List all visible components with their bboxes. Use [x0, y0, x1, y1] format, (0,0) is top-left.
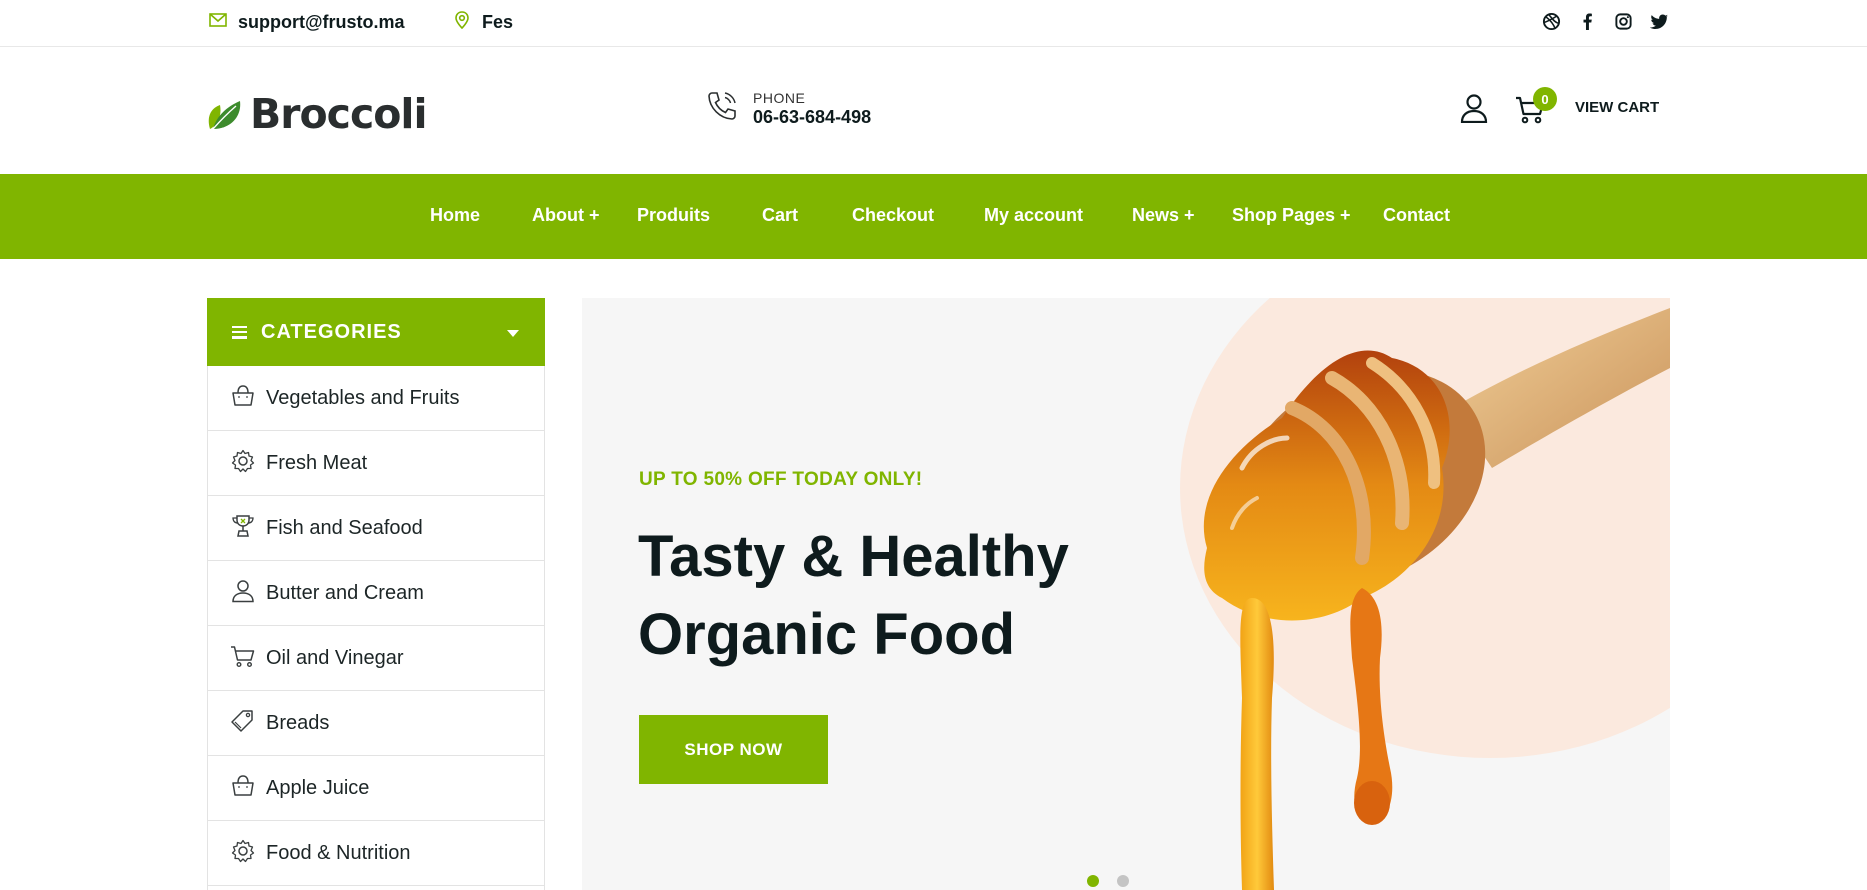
- cart-icon: [1514, 96, 1546, 129]
- categories-list: Vegetables and Fruits Fresh Meat Fish an…: [207, 366, 545, 890]
- hero-banner: UP TO 50% OFF TODAY ONLY! Tasty & Health…: [582, 298, 1670, 890]
- category-item[interactable]: Apple Juice: [208, 756, 544, 821]
- logo-text: Broccoli: [250, 89, 428, 138]
- location-text: Fes: [482, 12, 514, 32]
- category-label: Oil and Vinegar: [266, 646, 404, 669]
- user-icon: [1459, 94, 1489, 127]
- phone-label: PHONE: [753, 89, 806, 106]
- email-contact[interactable]: support@frusto.ma: [208, 10, 405, 35]
- logo[interactable]: Broccoli: [206, 89, 428, 138]
- facebook-icon[interactable]: [1577, 11, 1597, 31]
- social-links: [1541, 11, 1669, 31]
- banner-headline: Tasty & Healthy Organic Food: [638, 524, 1069, 667]
- top-bar: support@frusto.ma Fes: [0, 0, 1867, 47]
- category-label: Vegetables and Fruits: [266, 386, 460, 409]
- cart-count-badge: 0: [1533, 87, 1557, 111]
- trophy-icon: [230, 514, 256, 543]
- honey-dipper-image: [1122, 298, 1670, 890]
- category-item[interactable]: Fresh Meat: [208, 431, 544, 496]
- basket-icon: [230, 774, 256, 803]
- nav-my-account[interactable]: My account: [984, 205, 1083, 226]
- category-item[interactable]: Butter and Cream: [208, 561, 544, 626]
- nav-checkout[interactable]: Checkout: [852, 205, 934, 226]
- slider-dots: [1087, 875, 1129, 887]
- tag-icon: [230, 709, 256, 738]
- nav-produits[interactable]: Produits: [637, 205, 710, 226]
- nav-news[interactable]: News +: [1132, 205, 1195, 226]
- mail-icon: [208, 10, 228, 35]
- email-text: support@frusto.ma: [238, 12, 405, 32]
- caret-down-icon: [507, 330, 519, 337]
- shop-now-button[interactable]: SHOP NOW: [639, 715, 828, 784]
- categories-toggle[interactable]: CATEGORIES: [207, 298, 545, 366]
- category-label: Fish and Seafood: [266, 516, 423, 539]
- slider-dot[interactable]: [1117, 875, 1129, 887]
- category-label: Apple Juice: [266, 776, 370, 799]
- location-contact[interactable]: Fes: [452, 10, 513, 35]
- basket-icon: [230, 384, 256, 413]
- slider-dot[interactable]: [1087, 875, 1099, 887]
- gear-icon: [230, 839, 256, 868]
- nav-shop-pages[interactable]: Shop Pages +: [1232, 205, 1351, 226]
- nav-cart[interactable]: Cart: [762, 205, 798, 226]
- twitter-icon[interactable]: [1649, 11, 1669, 31]
- dribbble-icon[interactable]: [1541, 11, 1561, 31]
- view-cart-link[interactable]: VIEW CART: [1575, 99, 1659, 116]
- site-header: Broccoli PHONE 06-63-684-498 0 VIEW CART: [0, 47, 1867, 174]
- category-item[interactable]: Vegetables and Fruits: [208, 366, 544, 431]
- phone-icon: [705, 89, 739, 128]
- phone-number: 06-63-684-498: [753, 106, 872, 127]
- category-label: Breads: [266, 711, 330, 734]
- nav-contact[interactable]: Contact: [1383, 205, 1450, 226]
- menu-icon: [232, 325, 247, 339]
- map-pin-icon: [452, 10, 472, 35]
- instagram-icon[interactable]: [1613, 11, 1633, 31]
- user-icon: [230, 579, 256, 608]
- cart-icon: [230, 644, 256, 673]
- category-label: Fresh Meat: [266, 451, 368, 474]
- gear-icon: [230, 449, 256, 478]
- categories-title: CATEGORIES: [261, 320, 402, 343]
- leaf-logo-icon: [206, 89, 246, 138]
- category-label: Butter and Cream: [266, 581, 424, 604]
- nav-about[interactable]: About +: [532, 205, 600, 226]
- category-item[interactable]: Breads: [208, 691, 544, 756]
- category-item[interactable]: Oil and Vinegar: [208, 626, 544, 691]
- category-item[interactable]: Food & Nutrition: [208, 821, 544, 886]
- account-button[interactable]: [1459, 93, 1489, 124]
- main-nav: Home About + Produits Cart Checkout My a…: [0, 174, 1867, 259]
- phone-contact[interactable]: PHONE 06-63-684-498: [705, 89, 871, 128]
- nav-home[interactable]: Home: [430, 205, 480, 226]
- category-label: Food & Nutrition: [266, 841, 411, 864]
- promo-text: UP TO 50% OFF TODAY ONLY!: [639, 469, 923, 490]
- category-item[interactable]: Fish and Seafood: [208, 496, 544, 561]
